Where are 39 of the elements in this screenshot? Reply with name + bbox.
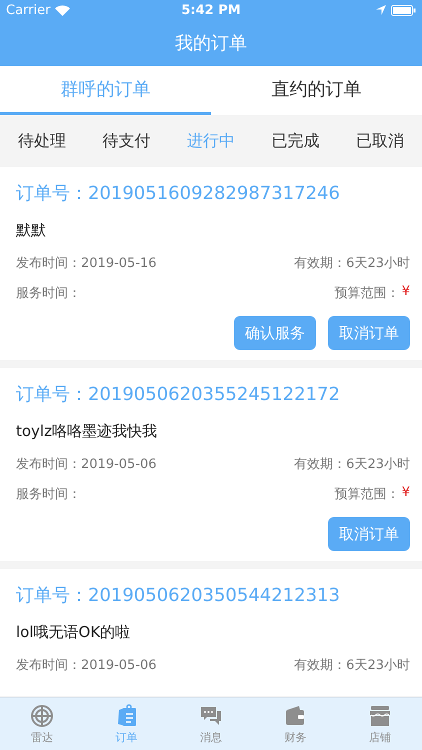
publish-time: 发布时间：2019-05-06 bbox=[16, 456, 157, 473]
order-name: lol哦无语OK的啦 bbox=[16, 623, 132, 642]
tab-bar-item[interactable]: 订单 bbox=[84, 698, 169, 750]
status-filter-tab[interactable]: 已取消 bbox=[338, 115, 422, 167]
carrier-label: Carrier bbox=[6, 2, 50, 18]
validity-period: 有效期：6天23小时 bbox=[294, 255, 410, 272]
order-number: 订单号：2019050620355245122172 bbox=[16, 383, 341, 406]
order-action-button[interactable]: 确认服务 bbox=[234, 316, 316, 350]
budget-value: ¥ bbox=[402, 485, 410, 502]
order-number: 订单号：2019051609282987317246 bbox=[16, 182, 341, 205]
status-filter-tab[interactable]: 进行中 bbox=[168, 115, 254, 167]
battery-icon bbox=[390, 4, 416, 16]
service-time: 服务时间： bbox=[16, 486, 81, 503]
order-number: 订单号：2019050620350544212313 bbox=[16, 584, 341, 607]
validity-period: 有效期：6天23小时 bbox=[294, 657, 410, 674]
radar-icon bbox=[30, 704, 54, 728]
order-action-button[interactable]: 取消订单 bbox=[328, 517, 410, 551]
location-arrow-icon bbox=[376, 5, 386, 15]
order-name: 默默 bbox=[16, 221, 47, 240]
wifi-icon bbox=[55, 4, 70, 16]
publish-time: 发布时间：2019-05-06 bbox=[16, 657, 157, 674]
tab-bar-item[interactable]: 财务 bbox=[253, 698, 338, 750]
order-action-button[interactable]: 取消订单 bbox=[328, 316, 410, 350]
budget-label: 预算范围： bbox=[334, 285, 400, 302]
status-filter-tab[interactable]: 待支付 bbox=[84, 115, 169, 167]
tab-bar-item[interactable]: 雷达 bbox=[0, 698, 84, 750]
shop-icon bbox=[368, 704, 392, 728]
tab-bar-item[interactable]: 消息 bbox=[168, 698, 254, 750]
order-name: toylz咯咯墨迹我快我 bbox=[16, 422, 158, 441]
service-time: 服务时间： bbox=[16, 285, 81, 302]
status-filter-tab[interactable]: 待处理 bbox=[0, 115, 84, 167]
budget-label: 预算范围： bbox=[334, 486, 400, 503]
tab-bar-item[interactable]: 店铺 bbox=[338, 698, 422, 750]
clock-time: 5:42 PM bbox=[181, 2, 241, 18]
validity-period: 有效期：6天23小时 bbox=[294, 456, 410, 473]
publish-time: 发布时间：2019-05-16 bbox=[16, 255, 157, 272]
page-title: 我的订单 bbox=[175, 32, 247, 55]
status-filter-tab[interactable]: 已完成 bbox=[253, 115, 338, 167]
budget-value: ¥ bbox=[402, 284, 410, 301]
